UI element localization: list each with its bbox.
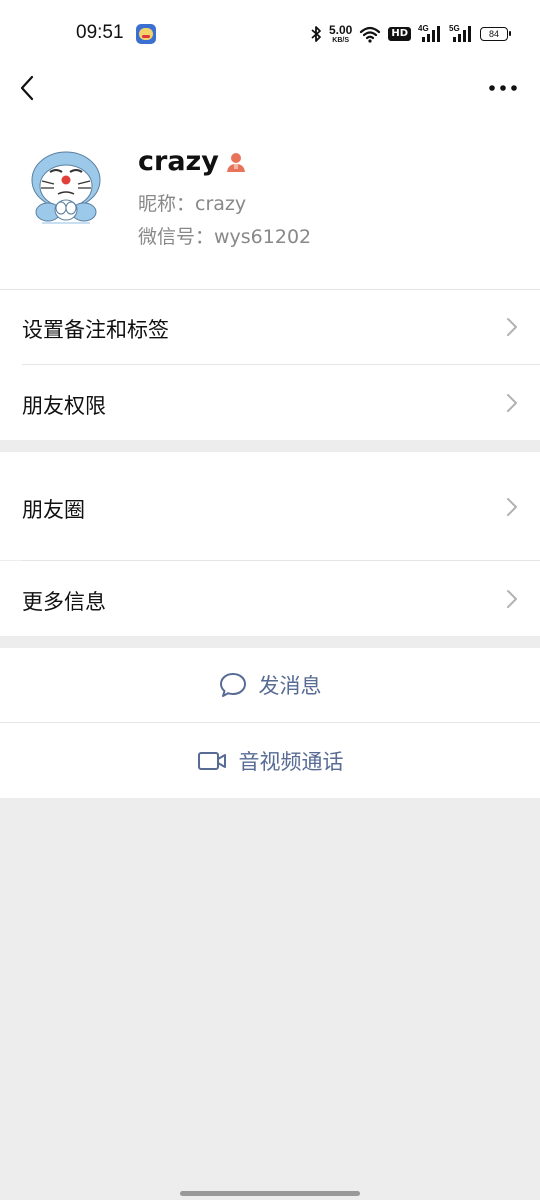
row-friend-permissions-label: 朋友权限 [22,394,106,418]
chat-bubble-icon [219,673,246,697]
net-speed: 5.00 KB/S [329,24,352,44]
chevron-left-icon [20,75,34,101]
profile-name: crazy [138,146,219,177]
row-more-info-label: 更多信息 [22,590,106,614]
hd-badge: HD [388,27,411,41]
status-bar: 09:51 5.00 KB/S HD 4G 5G 84 [0,0,540,68]
profile-nickname: 昵称：crazy [138,193,247,215]
wifi-icon [360,26,381,43]
row-friend-permissions[interactable]: 朋友权限 [0,365,540,440]
status-icons: 5.00 KB/S HD 4G 5G 84 [310,22,511,46]
more-button[interactable] [488,76,518,100]
battery-level: 84 [488,29,499,39]
battery-icon: 84 [480,27,511,41]
back-button[interactable] [14,72,42,104]
avatar[interactable] [28,150,104,226]
av-call-label: 音视频通话 [238,749,344,774]
net-speed-unit: KB/S [332,37,350,44]
signal-icon: 4G [418,24,442,43]
profile-wechat-id[interactable]: 微信号：wys61202 [138,222,311,249]
name-row: crazy [138,146,247,177]
app-icon [136,24,156,44]
av-call-button[interactable]: 音视频通话 [0,723,540,798]
row-moments[interactable]: 朋友圈 [0,452,540,560]
net-speed-value: 5.00 [328,23,353,37]
video-camera-icon [197,751,226,770]
row-remark-tags[interactable]: 设置备注和标签 [0,290,540,364]
row-moments-label: 朋友圈 [22,498,85,522]
status-time: 09:51 [76,22,124,43]
send-message-button[interactable]: 发消息 [0,648,540,722]
send-message-label: 发消息 [258,674,322,698]
home-indicator[interactable] [180,1191,360,1196]
chevron-right-icon [507,590,517,608]
chevron-right-icon [507,498,517,516]
row-more-info[interactable]: 更多信息 [0,561,540,636]
signal-icon-2: 5G [449,24,473,43]
more-horizontal-icon [489,85,517,91]
row-remark-tags-label: 设置备注和标签 [22,318,169,342]
chevron-right-icon [507,394,517,412]
chevron-right-icon [507,318,517,336]
doraemon-avatar [28,150,104,226]
bluetooth-icon [311,26,321,42]
person-icon [226,152,245,172]
